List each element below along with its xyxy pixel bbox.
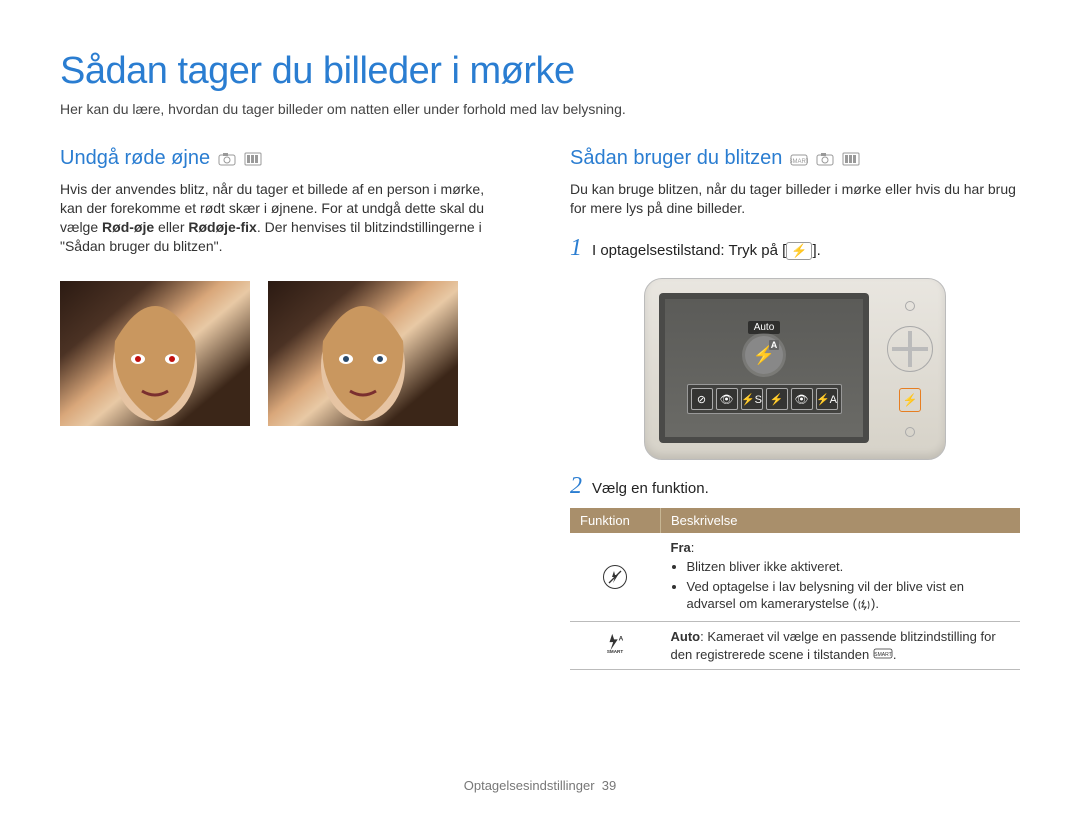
row1-bullet-2: Ved optagelse i lav belysning vil der bl… [687,578,1011,613]
row1-title: Fra [671,540,691,555]
flash-opt-slow-icon: ⚡S [741,388,763,410]
row1-bullet-1: Blitzen bliver ikke aktiveret. [687,558,1011,576]
flash-button-icon: ⚡ [786,242,812,260]
step-2-text: Vælg en funktion. [592,480,709,497]
flash-opt-off-icon: ⊘ [691,388,713,410]
flash-opt-redeyefix-icon: 👁 [791,388,813,410]
flash-option-row: ⊘ 👁 ⚡S ⚡ 👁 ⚡A [687,384,842,414]
camera-shake-icon [857,598,871,612]
photo-red-eye [60,281,250,426]
example-photos [60,281,510,426]
dpad [887,326,933,372]
row2-post: . [893,647,897,662]
button-dot [905,427,915,437]
page-footer: Optagelsesindstillinger 39 [0,778,1080,793]
step-2: 2 Vælg en funktion. [570,474,1020,498]
camera-screen: Auto ⊘ 👁 ⚡S ⚡ 👁 ⚡A [659,293,869,443]
row2-title: Auto [671,629,701,644]
row1-b2-pre: Ved optagelse i lav belysning vil der bl… [687,579,965,612]
intro-text: Her kan du lære, hvordan du tager billed… [60,101,1020,117]
camera-mode-icon [816,152,834,166]
scene-mode-icon [842,152,860,166]
page-title: Sådan tager du billeder i mørke [60,50,1020,93]
step-1-pre: I optagelsestilstand: Tryk på [ [592,242,786,259]
flash-off-icon [603,565,627,589]
camera-mode-icon [218,152,236,166]
camera-illustration: Auto ⊘ 👁 ⚡S ⚡ 👁 ⚡A [644,278,946,460]
smart-mode-inline-icon: SMART [873,647,893,664]
flash-auto-smart-icon: A SMART [604,632,626,654]
th-function: Funktion [570,508,661,533]
scene-mode-icon [244,152,262,166]
flash-opt-fill-icon: ⚡ [766,388,788,410]
left-body-bold-2: Rødøje-fix [188,219,256,235]
table-row: A SMART Auto: Kameraet vil vælge en passe… [570,622,1020,670]
smart-mode-icon: SMART [790,152,808,166]
step-2-number: 2 [570,474,582,498]
left-heading: Undgå røde øjne [60,147,510,170]
step-1: 1 I optagelsestilstand: Tryk på [⚡]. [570,236,1020,260]
flash-opt-auto-icon: ⚡A [816,388,838,410]
right-heading-text: Sådan bruger du blitzen [570,147,782,170]
th-description: Beskrivelse [661,508,1021,533]
function-table: Funktion Beskrivelse Fra: [570,508,1020,671]
left-heading-text: Undgå røde øjne [60,147,210,170]
flash-opt-redeye-icon: 👁 [716,388,738,410]
svg-text:SMART: SMART [790,159,808,165]
left-column: Undgå røde øjne Hvis der anvendes blitz,… [60,147,510,670]
left-body-seg-2: eller [154,219,188,235]
row2-text: : Kameraet vil vælge en passende blitzin… [671,629,996,662]
svg-text:A: A [619,635,624,642]
svg-text:SMART: SMART [874,652,891,658]
left-body-bold-1: Rød-øje [102,219,154,235]
footer-section: Optagelsesindstillinger [464,778,595,793]
step-1-post: ]. [812,242,820,259]
table-row: Fra: Blitzen bliver ikke aktiveret. Ved … [570,533,1020,622]
right-body: Du kan bruge blitzen, når du tager bille… [570,180,1020,218]
svg-text:SMART: SMART [607,649,623,654]
flash-hard-button: ⚡ [899,388,921,412]
photo-fixed [268,281,458,426]
indicator-led [905,301,915,311]
left-body: Hvis der anvendes blitz, når du tager et… [60,180,510,256]
flash-auto-icon [745,336,783,374]
right-column: Sådan bruger du blitzen SMART Du kan bru… [570,147,1020,670]
footer-page-number: 39 [602,778,616,793]
screen-auto-label: Auto [748,321,781,334]
step-1-text: I optagelsestilstand: Tryk på [⚡]. [592,242,821,260]
right-heading: Sådan bruger du blitzen SMART [570,147,1020,170]
step-1-number: 1 [570,236,582,260]
row1-b2-post: ). [871,596,879,611]
